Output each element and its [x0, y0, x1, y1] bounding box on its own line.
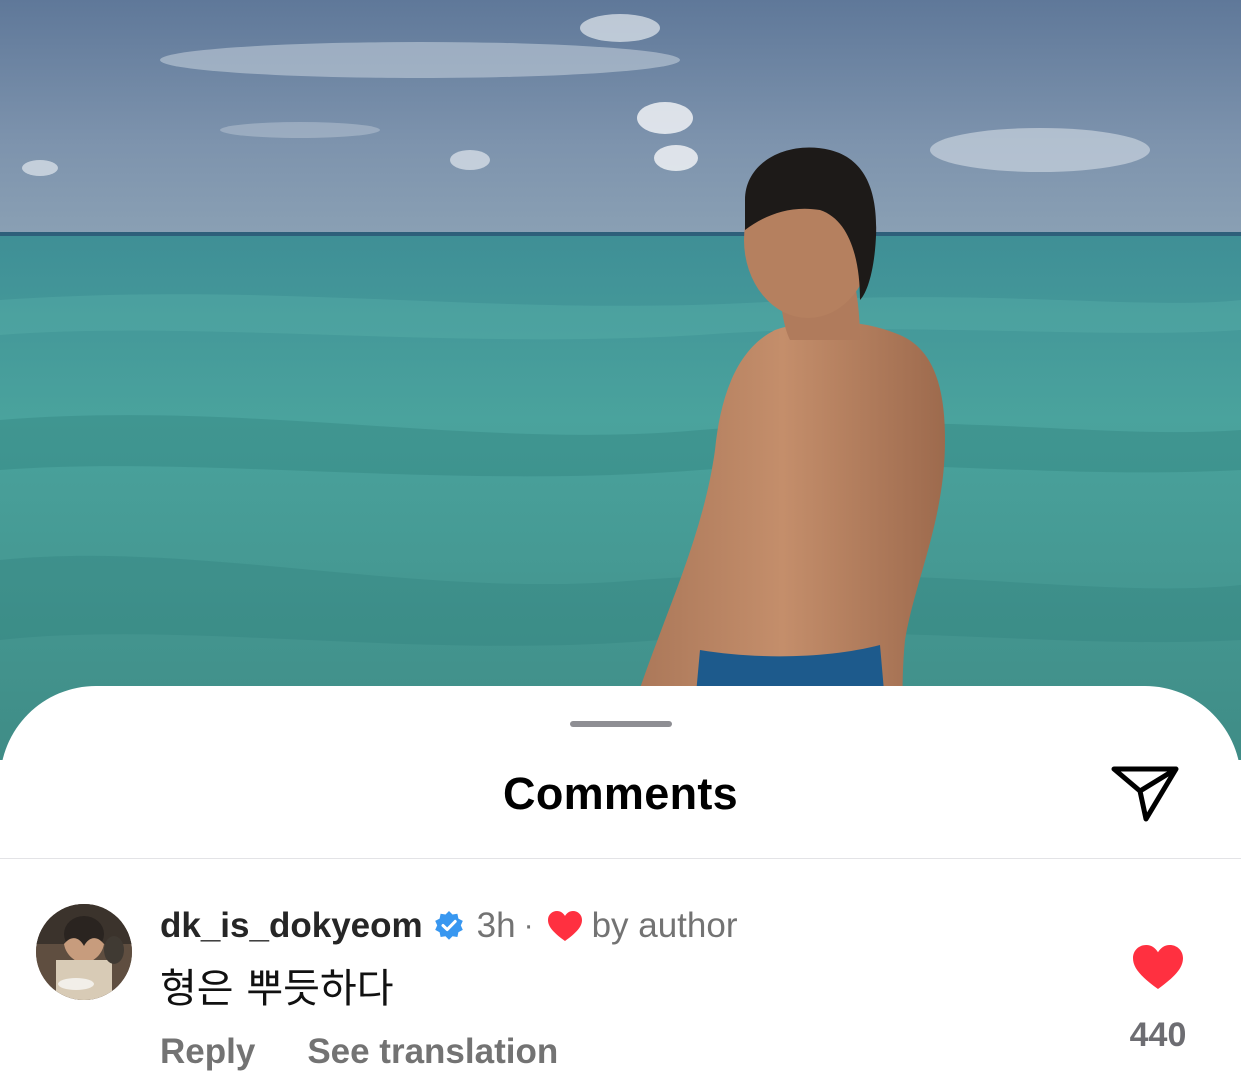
- sheet-title: Comments: [503, 768, 738, 819]
- heart-icon: [1133, 944, 1183, 990]
- like-button[interactable]: [1130, 942, 1186, 992]
- creator-heart-icon: [547, 911, 582, 941]
- comment-text: 형은 뿌듯하다: [160, 966, 394, 1012]
- see-translation-button[interactable]: See translation: [307, 1032, 558, 1072]
- comment-username[interactable]: dk_is_dokyeom: [160, 906, 423, 946]
- like-count: 440: [1129, 1016, 1187, 1054]
- liked-by-author-label: by author: [591, 906, 738, 945]
- comment-actions: Reply See translation: [160, 1032, 558, 1072]
- post-photo: [0, 0, 1241, 760]
- reply-button[interactable]: Reply: [160, 1032, 255, 1072]
- paper-plane-icon: [1111, 766, 1179, 822]
- share-button[interactable]: [1108, 761, 1182, 825]
- comments-sheet: Comments dk_is_dokyeom 3h · by author 형은…: [0, 686, 1241, 1086]
- avatar[interactable]: [36, 904, 132, 1000]
- verified-badge-icon: [434, 911, 463, 940]
- comment-meta: dk_is_dokyeom 3h · by author: [160, 904, 738, 948]
- header-divider: [0, 858, 1241, 859]
- sheet-grabber[interactable]: [570, 721, 672, 727]
- comment-timestamp: 3h: [476, 906, 516, 945]
- meta-separator: ·: [523, 909, 534, 942]
